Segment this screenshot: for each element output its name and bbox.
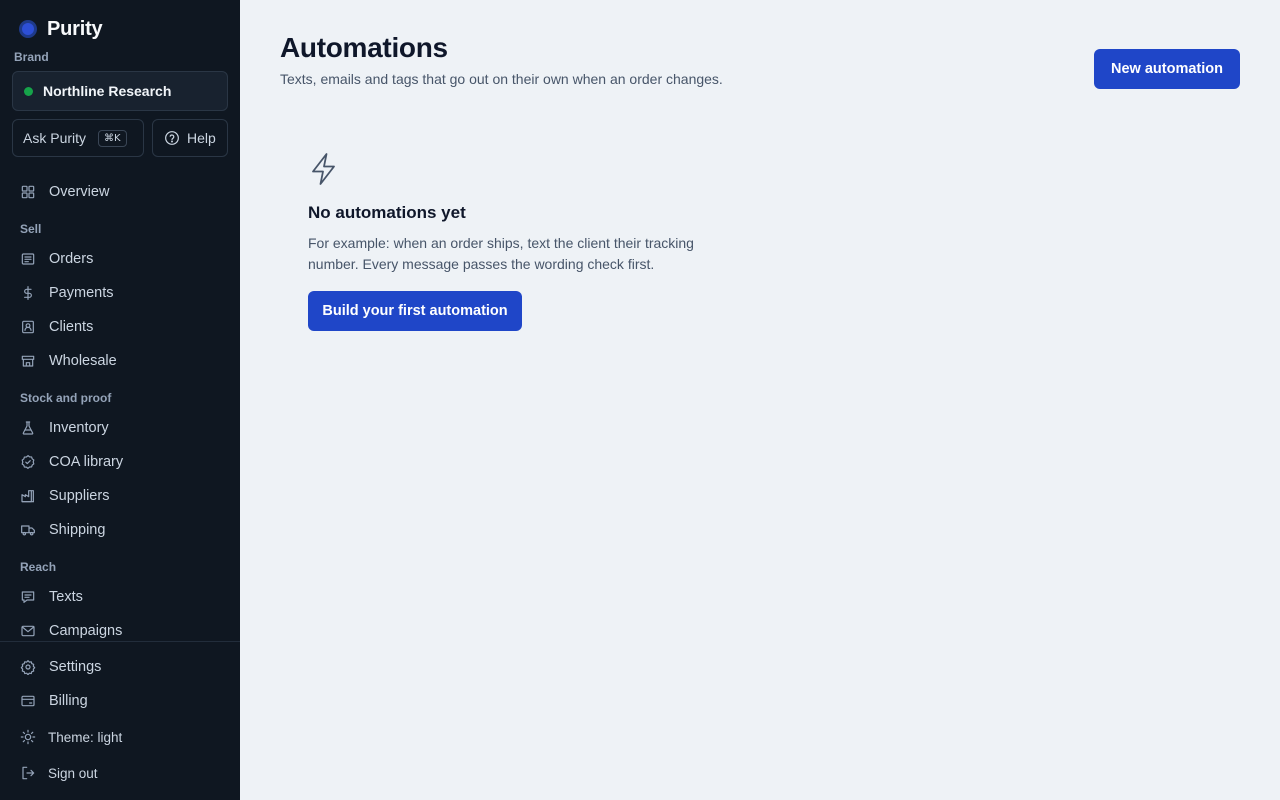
- logo[interactable]: Purity: [19, 17, 103, 40]
- nav-clients[interactable]: Clients: [20, 315, 93, 339]
- empty-state-title: No automations yet: [308, 203, 466, 222]
- nav-payments-label: Payments: [49, 285, 114, 301]
- sidebar-divider: [0, 641, 240, 642]
- section-stock: Stock and proof: [20, 391, 112, 405]
- nav-billing[interactable]: Billing: [20, 689, 88, 713]
- storefront-icon: [21, 355, 35, 367]
- help-button[interactable]: Help: [152, 119, 228, 157]
- dollar-icon: [24, 286, 32, 300]
- message-icon: [21, 591, 35, 603]
- new-automation-button[interactable]: New automation: [1094, 49, 1240, 89]
- nav-campaigns-label: Campaigns: [49, 623, 123, 639]
- nav-overview-label: Overview: [49, 184, 110, 200]
- logo-text: Purity: [47, 17, 103, 40]
- build-first-automation-button[interactable]: Build your first automation: [308, 291, 522, 331]
- nav-texts[interactable]: Texts: [20, 585, 83, 609]
- sidebar: Purity Brand Northline Research Ask Puri…: [0, 0, 240, 800]
- nav-suppliers[interactable]: Suppliers: [20, 484, 109, 508]
- nav-wholesale[interactable]: Wholesale: [20, 349, 117, 373]
- bolt-icon: [312, 153, 335, 185]
- nav-campaigns[interactable]: Campaigns: [20, 619, 122, 643]
- page-title: Automations: [280, 32, 448, 63]
- sign-out-label: Sign out: [48, 765, 98, 781]
- nav-inventory[interactable]: Inventory: [20, 416, 109, 440]
- nav-overview[interactable]: Overview: [20, 180, 109, 204]
- page-subtitle: Texts, emails and tags that go out on th…: [280, 71, 723, 87]
- contact-icon: [22, 320, 34, 334]
- flask-icon: [22, 421, 34, 435]
- nav-shipping-label: Shipping: [49, 522, 106, 538]
- nav-wholesale-label: Wholesale: [49, 353, 117, 369]
- brand-label: Brand: [14, 50, 49, 64]
- section-sell: Sell: [20, 222, 42, 236]
- ask-purity-button[interactable]: Ask Purity ⌘K: [12, 119, 144, 157]
- nav-orders-label: Orders: [49, 251, 94, 267]
- section-reach: Reach: [20, 560, 57, 574]
- theme-toggle[interactable]: Theme: light: [20, 725, 122, 749]
- nav-coa-library[interactable]: COA library: [20, 450, 123, 474]
- ask-purity-label: Ask Purity: [23, 130, 87, 146]
- nav-suppliers-label: Suppliers: [49, 488, 110, 504]
- nav-inventory-label: Inventory: [49, 420, 109, 436]
- nav-texts-label: Texts: [49, 589, 83, 605]
- brand-name: Northline Research: [43, 83, 172, 99]
- sun-icon: [20, 729, 36, 745]
- theme-toggle-label: Theme: light: [48, 729, 123, 745]
- nav-shipping[interactable]: Shipping: [20, 518, 105, 542]
- nav-clients-label: Clients: [49, 319, 94, 335]
- brand-selector[interactable]: Northline Research: [12, 71, 228, 111]
- factory-icon: [21, 490, 34, 503]
- logo-mark-icon: [19, 20, 37, 38]
- mail-icon: [21, 625, 35, 637]
- nav-coa-library-label: COA library: [49, 454, 124, 470]
- truck-icon: [21, 525, 35, 536]
- nav-payments[interactable]: Payments: [20, 281, 113, 305]
- logout-icon: [22, 766, 35, 780]
- sign-out-button[interactable]: Sign out: [20, 761, 98, 785]
- nav-billing-label: Billing: [49, 693, 88, 709]
- help-label: Help: [187, 130, 216, 146]
- nav-settings[interactable]: Settings: [20, 655, 101, 679]
- gear-icon: [20, 660, 36, 675]
- nav-settings-label: Settings: [49, 659, 102, 675]
- help-circle-icon: [165, 131, 179, 145]
- brand-status-dot: [24, 86, 33, 96]
- ask-purity-shortcut: ⌘K: [98, 129, 127, 147]
- empty-state-description: For example: when an order ships, text t…: [308, 235, 694, 272]
- grid-icon: [21, 185, 35, 199]
- card-icon: [21, 695, 35, 707]
- badge-check-icon: [21, 455, 35, 469]
- receipt-icon: [21, 253, 35, 265]
- nav-orders[interactable]: Orders: [20, 247, 93, 271]
